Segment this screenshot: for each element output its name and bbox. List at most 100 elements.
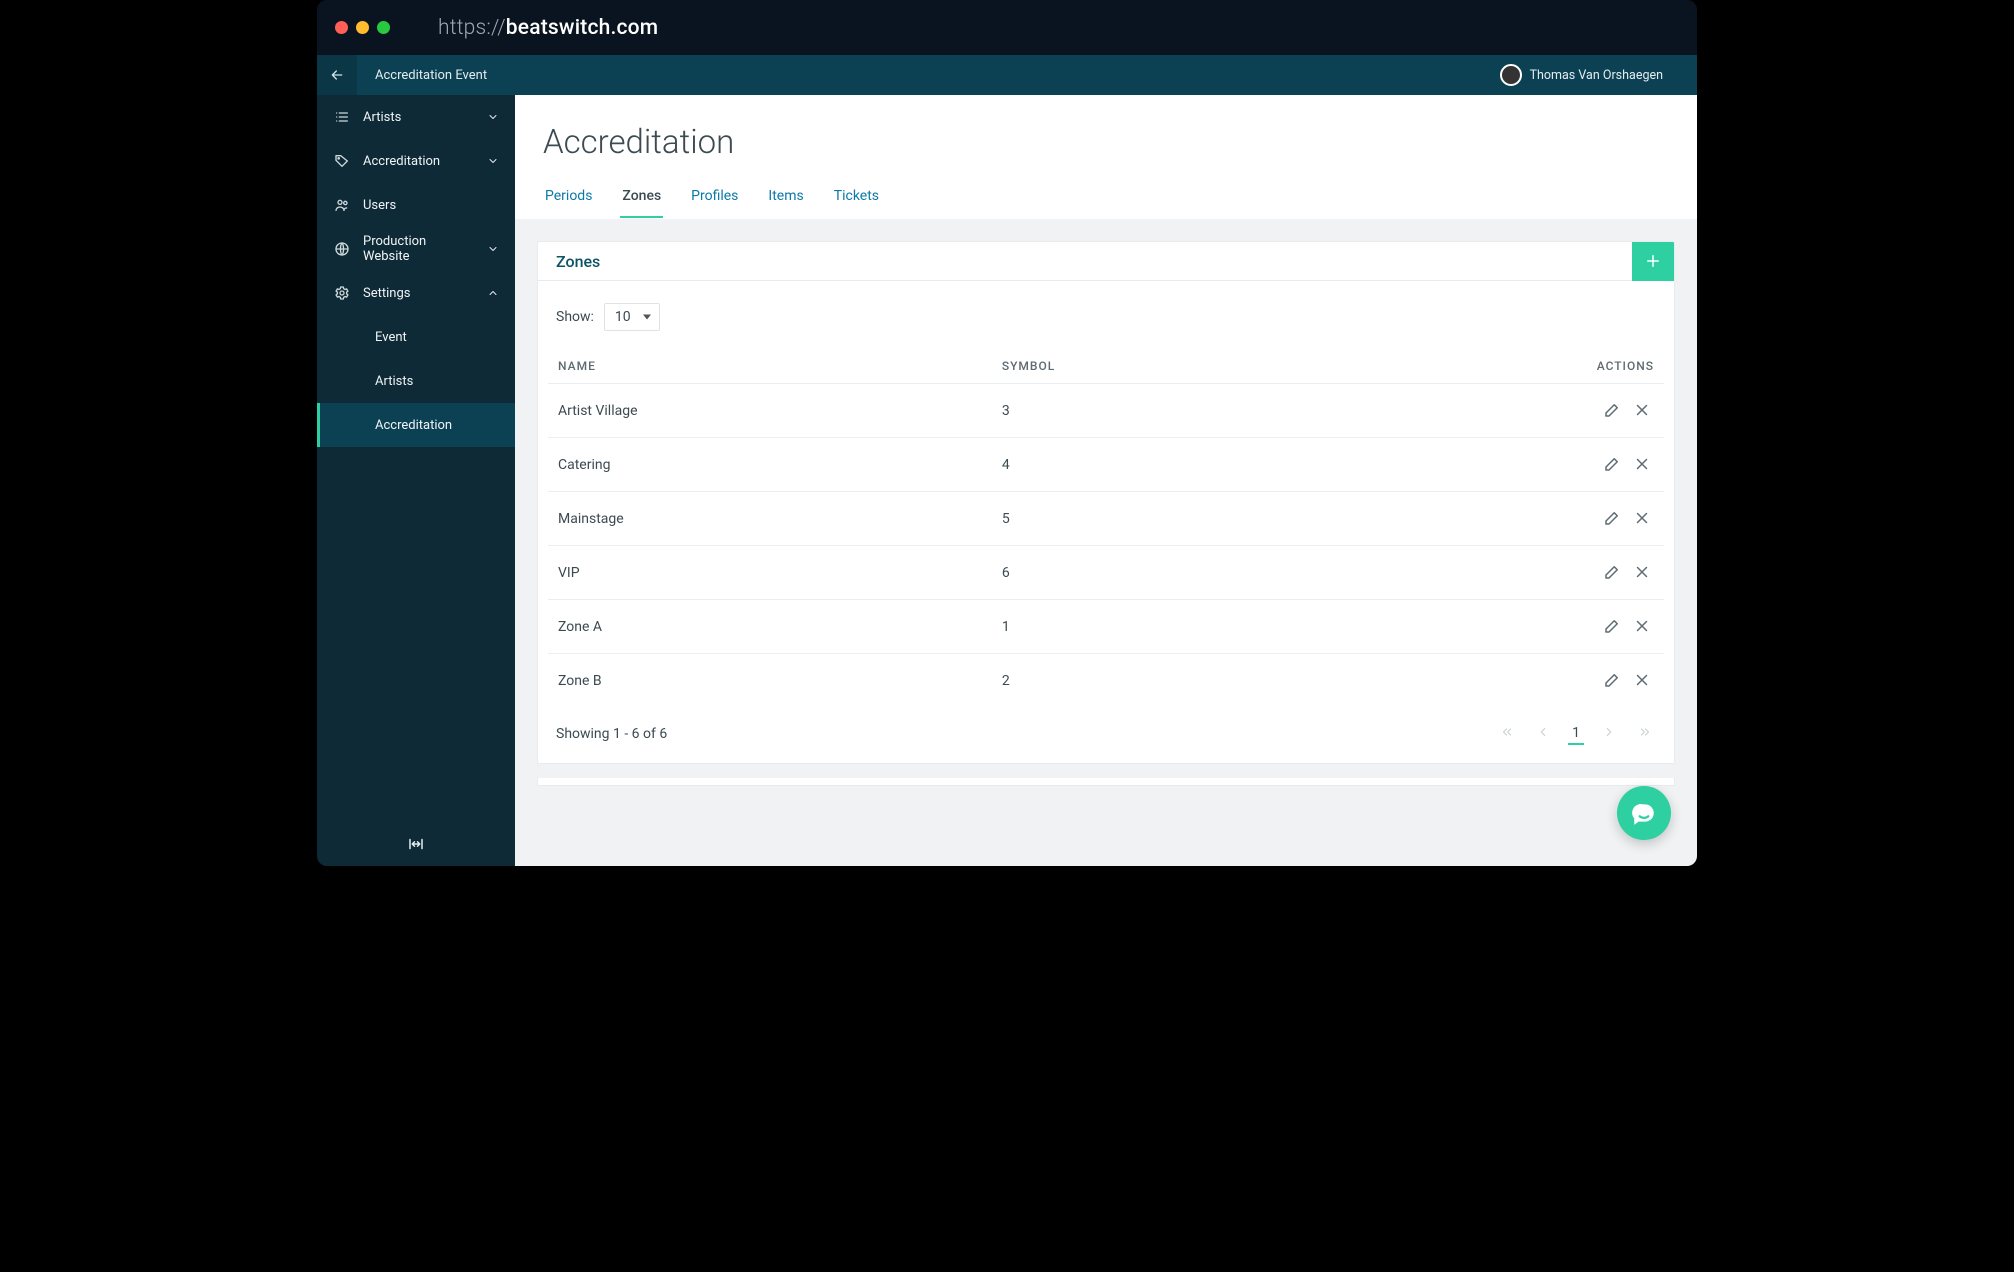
- pager-prev[interactable]: [1532, 723, 1554, 745]
- page-size-select[interactable]: 10: [604, 303, 660, 331]
- show-label: Show:: [556, 309, 594, 325]
- app-window: https://beatswitch.com Accreditation Eve…: [317, 0, 1697, 866]
- add-zone-button[interactable]: [1632, 242, 1674, 281]
- sidebar-subitem-label: Artists: [375, 374, 413, 389]
- titlebar: https://beatswitch.com: [317, 0, 1697, 55]
- cell-name: Zone B: [548, 654, 992, 708]
- cell-symbol: 4: [992, 438, 1319, 492]
- cell-name: Artist Village: [548, 384, 992, 438]
- cell-name: VIP: [548, 546, 992, 600]
- panel-body: Show: 10 NAME SYMBOL ACTIONS: [538, 281, 1674, 763]
- arrow-left-icon: [329, 67, 345, 83]
- avatar: [1500, 64, 1522, 86]
- table-row: Catering4: [548, 438, 1664, 492]
- showing-text: Showing 1 - 6 of 6: [556, 726, 667, 742]
- close-icon: [1633, 563, 1651, 581]
- sidebar-subitem-accreditation[interactable]: Accreditation: [317, 403, 515, 447]
- plus-icon: [1644, 252, 1662, 270]
- pager: 1: [1496, 723, 1656, 745]
- sidebar-subitem-event[interactable]: Event: [317, 315, 515, 359]
- sidebar-item-artists[interactable]: Artists: [317, 95, 515, 139]
- table-footer: Showing 1 - 6 of 6 1: [548, 707, 1664, 755]
- pencil-icon: [1603, 563, 1621, 581]
- gear-icon: [333, 285, 351, 301]
- table-row: Zone B2: [548, 654, 1664, 708]
- window-zoom-dot[interactable]: [377, 21, 390, 34]
- page-size-control: Show: 10: [548, 303, 1664, 349]
- app-body: Artists Accreditation Users: [317, 95, 1697, 866]
- sidebar-item-users[interactable]: Users: [317, 183, 515, 227]
- sidebar-item-production-website[interactable]: Production Website: [317, 227, 515, 271]
- edit-button[interactable]: [1600, 398, 1624, 422]
- edit-button[interactable]: [1600, 452, 1624, 476]
- delete-button[interactable]: [1630, 614, 1654, 638]
- tab-items[interactable]: Items: [766, 180, 805, 218]
- back-button[interactable]: [317, 55, 357, 95]
- breadcrumb: Accreditation Event: [357, 68, 1500, 83]
- column-header-name[interactable]: NAME: [548, 349, 992, 384]
- panel-title: Zones: [538, 252, 1632, 271]
- content: Zones Show: 10 NAME: [515, 219, 1697, 866]
- chevron-up-icon: [487, 287, 499, 299]
- column-header-symbol[interactable]: SYMBOL: [992, 349, 1319, 384]
- cell-actions: [1319, 600, 1664, 654]
- sidebar-item-settings[interactable]: Settings: [317, 271, 515, 315]
- chevron-down-icon: [487, 243, 499, 255]
- collapse-icon: [407, 835, 425, 853]
- sidebar-item-label: Production Website: [363, 234, 475, 264]
- cell-actions: [1319, 546, 1664, 600]
- pencil-icon: [1603, 671, 1621, 689]
- table-row: Artist Village3: [548, 384, 1664, 438]
- chevron-down-icon: [487, 111, 499, 123]
- edit-button[interactable]: [1600, 614, 1624, 638]
- cell-symbol: 5: [992, 492, 1319, 546]
- sidebar-item-label: Users: [363, 198, 499, 213]
- sidebar-item-accreditation[interactable]: Accreditation: [317, 139, 515, 183]
- delete-button[interactable]: [1630, 560, 1654, 584]
- edit-button[interactable]: [1600, 560, 1624, 584]
- close-icon: [1633, 455, 1651, 473]
- edit-button[interactable]: [1600, 506, 1624, 530]
- sidebar-item-label: Settings: [363, 286, 475, 301]
- cell-actions: [1319, 384, 1664, 438]
- delete-button[interactable]: [1630, 452, 1654, 476]
- tabs: Periods Zones Profiles Items Tickets: [543, 180, 1669, 219]
- sidebar-collapse-toggle[interactable]: [317, 822, 515, 866]
- pager-last[interactable]: [1634, 723, 1656, 745]
- pager-next[interactable]: [1598, 723, 1620, 745]
- window-close-dot[interactable]: [335, 21, 348, 34]
- edit-button[interactable]: [1600, 668, 1624, 692]
- zones-panel: Zones Show: 10 NAME: [537, 241, 1675, 764]
- cell-symbol: 2: [992, 654, 1319, 708]
- cell-symbol: 1: [992, 600, 1319, 654]
- delete-button[interactable]: [1630, 506, 1654, 530]
- tab-tickets[interactable]: Tickets: [832, 180, 881, 218]
- pager-first[interactable]: [1496, 723, 1518, 745]
- chevron-down-icon: [487, 155, 499, 167]
- page-header: Accreditation Periods Zones Profiles Ite…: [515, 95, 1697, 219]
- sidebar: Artists Accreditation Users: [317, 95, 515, 866]
- topbar: Accreditation Event Thomas Van Orshaegen: [317, 55, 1697, 95]
- column-header-actions: ACTIONS: [1319, 349, 1664, 384]
- tab-profiles[interactable]: Profiles: [689, 180, 740, 218]
- table-row: Zone A1: [548, 600, 1664, 654]
- tab-periods[interactable]: Periods: [543, 180, 594, 218]
- cell-name: Catering: [548, 438, 992, 492]
- tab-zones[interactable]: Zones: [620, 180, 663, 218]
- sidebar-item-label: Artists: [363, 110, 475, 125]
- window-minimize-dot[interactable]: [356, 21, 369, 34]
- users-icon: [333, 197, 351, 213]
- cell-name: Zone A: [548, 600, 992, 654]
- user-menu[interactable]: Thomas Van Orshaegen: [1500, 64, 1697, 86]
- chat-icon: [1631, 800, 1657, 826]
- cell-symbol: 3: [992, 384, 1319, 438]
- chat-fab[interactable]: [1617, 786, 1671, 840]
- close-icon: [1633, 671, 1651, 689]
- sidebar-subitem-artists[interactable]: Artists: [317, 359, 515, 403]
- next-panel-peek: [537, 778, 1675, 786]
- pencil-icon: [1603, 509, 1621, 527]
- address-bar: https://beatswitch.com: [438, 16, 658, 40]
- pager-current[interactable]: 1: [1568, 723, 1584, 745]
- delete-button[interactable]: [1630, 398, 1654, 422]
- delete-button[interactable]: [1630, 668, 1654, 692]
